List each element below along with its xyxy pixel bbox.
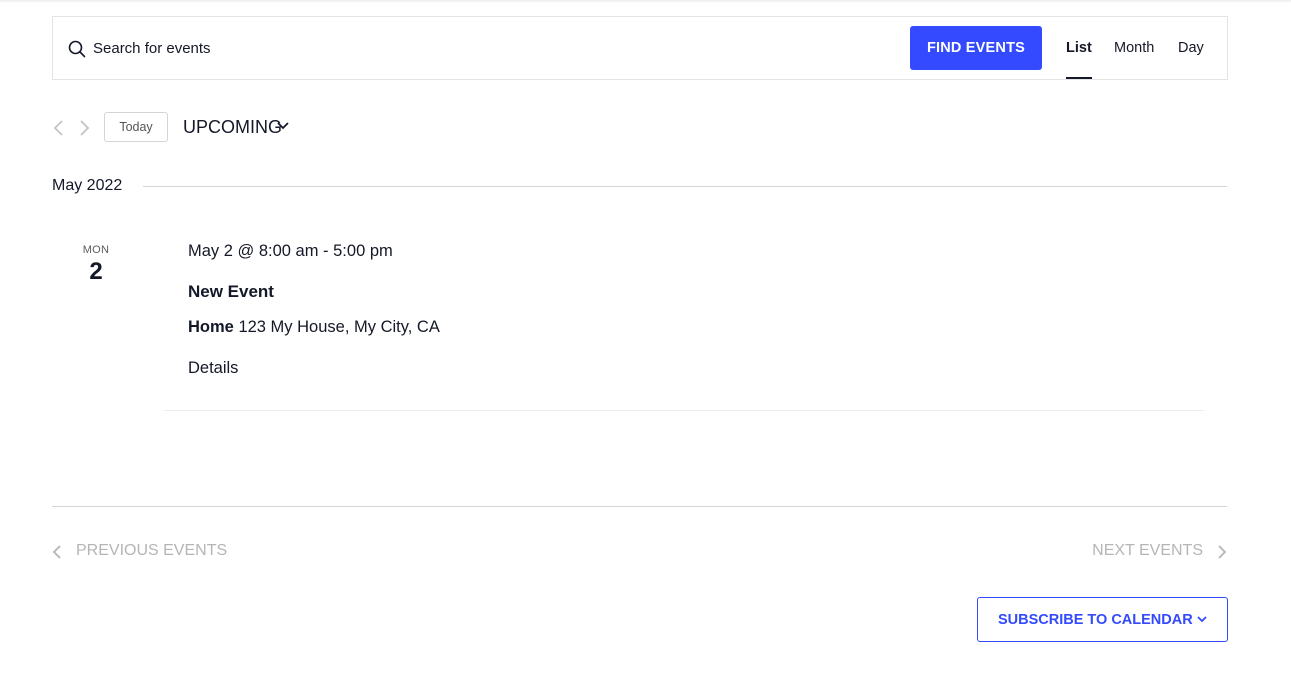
events-search-bar: FIND EVENTS List Month Day [52,16,1228,80]
search-icon [68,40,86,58]
next-events-label: NEXT EVENTS [1092,542,1203,559]
chevron-down-icon [277,122,289,130]
event-title-link[interactable]: New Event [188,282,274,302]
find-events-button[interactable]: FIND EVENTS [910,26,1042,70]
event-datetime: May 2 @ 8:00 am - 5:00 pm [188,242,393,260]
footer-divider [52,506,1227,507]
header-shadow [0,0,1291,3]
chevron-right-icon [1218,545,1227,559]
search-input[interactable] [93,33,893,63]
chevron-down-icon [1197,616,1207,623]
previous-events-label: PREVIOUS EVENTS [76,542,228,559]
month-separator-label: May 2022 [52,177,123,194]
today-button[interactable]: Today [104,112,168,142]
event-day-of-week: MON [82,244,110,256]
event-divider [164,410,1204,411]
event-venue-name: Home [188,318,234,336]
event-day-number: 2 [89,258,103,285]
subscribe-to-calendar-button[interactable]: SUBSCRIBE TO CALENDAR [977,597,1228,642]
previous-events-link[interactable]: PREVIOUS EVENTS [52,541,227,561]
previous-arrow-icon[interactable] [52,119,66,137]
event-details: Details [188,359,239,377]
event-venue: Home 123 My House, My City, CA [188,317,440,337]
tab-list[interactable]: List [1066,17,1092,79]
subscribe-label: SUBSCRIBE TO CALENDAR [998,612,1193,628]
tab-month[interactable]: Month [1114,17,1154,79]
tab-day[interactable]: Day [1178,17,1204,79]
chevron-left-icon [52,545,61,559]
next-arrow-icon[interactable] [77,119,91,137]
date-range-label: UPCOMING [183,117,282,137]
event-venue-address: 123 My House, My City, CA [238,318,440,336]
month-separator-line [143,186,1227,187]
date-range-selector[interactable]: UPCOMING [183,115,289,139]
next-events-link[interactable]: NEXT EVENTS [1092,541,1227,561]
